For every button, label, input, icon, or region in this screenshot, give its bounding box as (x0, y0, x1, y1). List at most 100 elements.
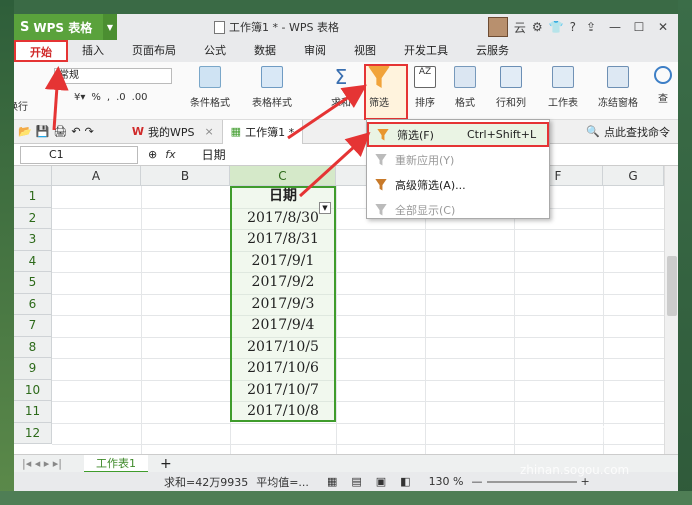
background-right (678, 0, 692, 505)
table-style-button[interactable]: 表格样式 (252, 62, 292, 109)
avatar[interactable] (487, 17, 508, 37)
menu-item-filter[interactable]: 筛选(F) Ctrl+Shift+L (367, 122, 549, 147)
worksheet-button[interactable]: 工作表 (548, 62, 578, 109)
help-button[interactable]: ? (570, 20, 576, 34)
close-icon[interactable]: ✕ (654, 20, 672, 34)
redo-icon[interactable]: ↷ (85, 125, 94, 138)
grid-line (336, 186, 337, 454)
user-name[interactable]: 云 (514, 19, 526, 36)
row-header[interactable]: 2 (14, 207, 52, 229)
sheet-tab[interactable]: 工作表1 (84, 454, 148, 473)
filter-button[interactable]: 筛选 (368, 62, 390, 109)
grid-line (52, 250, 664, 252)
chevron-down-icon[interactable]: ▼ (103, 14, 117, 40)
col-header-c[interactable]: C (230, 166, 336, 186)
number-format-select[interactable]: 常规 (54, 68, 172, 84)
percent-button[interactable]: % (91, 92, 101, 103)
spreadsheet-grid[interactable]: A B C D E F G 123456789101112 日期2017/8/3… (14, 166, 664, 454)
col-header-b[interactable]: B (141, 166, 230, 186)
sum-button[interactable]: Σ 求和 (330, 62, 352, 109)
date-cell[interactable]: 2017/9/4 (230, 315, 336, 337)
restore-icon[interactable]: ⇪ (582, 20, 600, 34)
document-icon (214, 20, 225, 34)
close-tab-icon[interactable]: × (204, 125, 213, 138)
row-col-button[interactable]: 行和列 (496, 62, 526, 109)
settings-icon[interactable]: ⚙ (532, 20, 543, 34)
conditional-format-button[interactable]: 条件格式 (190, 62, 230, 109)
shortcut-label: Ctrl+Shift+L (467, 128, 537, 141)
date-cell[interactable]: 2017/9/1 (230, 251, 336, 273)
freeze-panes-button[interactable]: 冻结窗格 (598, 62, 638, 109)
row-header[interactable]: 6 (14, 293, 52, 315)
vertical-scrollbar[interactable] (664, 166, 678, 454)
row-header[interactable]: 9 (14, 358, 52, 380)
page-break-icon[interactable]: ▣ (376, 475, 386, 488)
row-header[interactable]: 7 (14, 315, 52, 337)
menu-view[interactable]: 视图 (340, 40, 390, 62)
date-cell[interactable]: 2017/8/31 (230, 229, 336, 251)
date-cell[interactable]: 2017/10/8 (230, 401, 336, 423)
normal-view-icon[interactable]: ▦ (327, 475, 337, 488)
undo-icon[interactable]: ↶ (71, 125, 80, 138)
add-sheet-button[interactable]: + (160, 456, 172, 472)
menu-page-layout[interactable]: 页面布局 (118, 40, 190, 62)
menu-developer[interactable]: 开发工具 (390, 40, 462, 62)
skin-icon[interactable]: 👕 (549, 20, 564, 34)
menu-item-advanced-filter[interactable]: 高级筛选(A)... (367, 172, 549, 197)
open-icon[interactable]: 📂 (18, 125, 32, 138)
row-header[interactable]: 10 (14, 379, 52, 401)
menu-data[interactable]: 数据 (240, 40, 290, 62)
page-view-icon[interactable]: ▤ (351, 475, 361, 488)
row-header[interactable]: 12 (14, 422, 52, 444)
row-header[interactable]: 11 (14, 401, 52, 423)
format-button[interactable]: 格式 (454, 62, 476, 109)
sheet-nav-icons[interactable]: |◂ ◂ ▸ ▸| (22, 457, 62, 470)
menu-formula[interactable]: 公式 (190, 40, 240, 62)
sort-button[interactable]: AZ 排序 (414, 62, 436, 109)
name-box[interactable]: C1 (20, 145, 138, 164)
zoom-slider[interactable] (486, 480, 577, 483)
col-header-g[interactable]: G (603, 166, 664, 186)
grid-line (52, 207, 664, 209)
comma-icon[interactable]: , (107, 92, 110, 103)
format-icon (454, 66, 476, 88)
date-cell[interactable]: 2017/10/6 (230, 358, 336, 380)
menu-insert[interactable]: 插入 (68, 40, 118, 62)
menu-cloud[interactable]: 云服务 (462, 40, 523, 62)
menu-review[interactable]: 审阅 (290, 40, 340, 62)
increase-decimal-icon[interactable]: .0 (116, 92, 126, 103)
tab-workbook[interactable]: ▦ 工作簿1 * (221, 119, 304, 144)
col-header-a[interactable]: A (52, 166, 141, 186)
date-cell[interactable]: 2017/9/3 (230, 294, 336, 316)
tab-mywps[interactable]: W 我的WPS × (124, 120, 222, 144)
print-icon[interactable]: 🖨 (53, 125, 67, 138)
scroll-thumb[interactable] (667, 256, 677, 316)
menu-home[interactable]: 开始 (14, 40, 68, 62)
date-cell[interactable]: 2017/9/2 (230, 272, 336, 294)
decrease-decimal-icon[interactable]: .00 (132, 92, 148, 103)
currency-icon[interactable]: ¥▾ (74, 92, 85, 103)
minimize-icon[interactable]: — (606, 20, 624, 34)
row-header[interactable]: 5 (14, 272, 52, 294)
zoom-out-icon[interactable]: — (472, 475, 483, 488)
zoom-formula-icon[interactable]: ⊕ (148, 148, 157, 161)
wrap-text-button[interactable]: 换行 (14, 98, 28, 113)
maximize-icon[interactable]: ☐ (630, 20, 648, 34)
sort-icon: AZ (414, 66, 436, 88)
fx-button[interactable]: fx (165, 148, 175, 161)
command-search[interactable]: 🔍 点此查找命令 (578, 120, 678, 144)
row-header[interactable]: 1 (14, 186, 52, 208)
date-cell[interactable]: 2017/10/7 (230, 380, 336, 402)
row-header[interactable]: 8 (14, 336, 52, 358)
zoom-level[interactable]: 130 % (429, 475, 464, 488)
save-icon[interactable]: 💾 (36, 125, 50, 138)
select-all-corner[interactable] (14, 166, 52, 186)
filter-dropdown-button[interactable]: ▼ (319, 202, 331, 214)
app-menu-button[interactable]: S WPS 表格 ▼ (14, 14, 117, 40)
row-header[interactable]: 3 (14, 229, 52, 251)
formula-input[interactable]: 日期 (202, 146, 226, 163)
reading-icon[interactable]: ◧ (400, 475, 410, 488)
row-header[interactable]: 4 (14, 250, 52, 272)
find-button[interactable]: 查 (654, 62, 672, 105)
date-cell[interactable]: 2017/10/5 (230, 337, 336, 359)
